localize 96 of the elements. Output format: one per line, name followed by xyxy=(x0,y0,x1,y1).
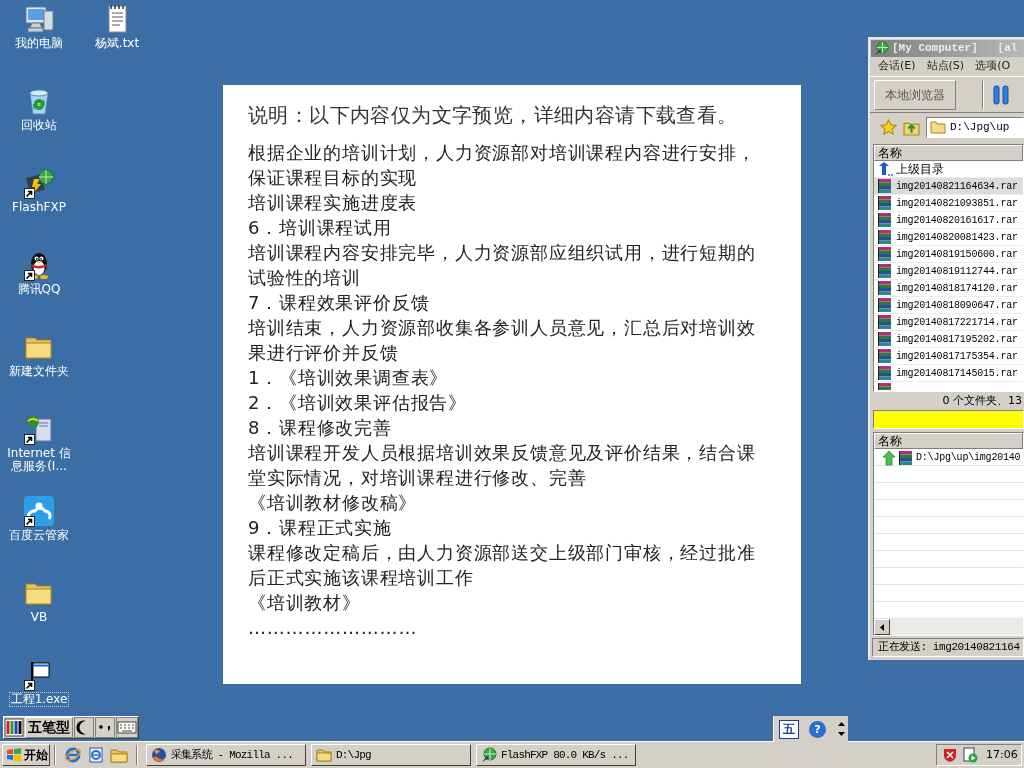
ime-logo-icon[interactable] xyxy=(4,717,24,738)
folder-summary: 0 个文件夹、13 xyxy=(941,393,1023,409)
paragraph: 1．《培训效果调查表》 xyxy=(248,366,450,390)
paragraph: 培训课程内容安排完毕，人力资源部应组织试用，进行短期的试验性的培训 xyxy=(248,241,757,290)
input-mode-button[interactable]: 五 xyxy=(779,719,799,739)
icon-label[interactable]: Internet 信息服务(I... xyxy=(1,447,77,473)
icon-label[interactable]: 杨斌.txt xyxy=(93,37,141,50)
path-combobox[interactable]: D:\Jpg\up xyxy=(926,116,1024,138)
start-button[interactable]: 开始 xyxy=(2,744,50,766)
browser-icon[interactable] xyxy=(64,746,82,764)
paragraph: 课程修改定稿后，由人力资源部送交上级部门审核，经过批准后正式实施该课程培训工作 xyxy=(248,541,757,590)
menu-item[interactable]: 会话(E) xyxy=(878,58,916,75)
file-list-item[interactable]: img20140817195202.rar xyxy=(874,331,1023,348)
paragraph: 培训课程开发人员根据培训效果反馈意见及评价结果，结合课堂实际情况，对培训课程进行修改、完善 xyxy=(248,441,757,490)
cloud-icon[interactable] xyxy=(23,495,55,527)
server-icon[interactable] xyxy=(23,413,55,445)
file-list-item[interactable]: img20140818090647.rar xyxy=(874,297,1023,314)
folder-icon xyxy=(930,120,946,134)
paragraph: 《培训教材修改稿》 xyxy=(248,491,419,515)
paragraph: 培训结束，人力资源部收集各参训人员意见，汇总后对培训效果进行评价并反馈 xyxy=(248,316,757,365)
file-list-item[interactable]: img20140817175354.rar xyxy=(874,348,1023,365)
file-list-item[interactable]: img20140817221714.rar xyxy=(874,314,1023,331)
paragraph: 培训课程实施进度表 xyxy=(248,191,419,215)
up-arrow-icon xyxy=(882,449,896,466)
file-list-item[interactable]: img20140820081423.rar xyxy=(874,229,1023,246)
punctuation-icon[interactable] xyxy=(95,717,115,738)
archive-icon xyxy=(877,246,893,262)
horizontal-scrollbar[interactable] xyxy=(874,619,1023,635)
paragraph: 7．课程效果评价反馈 xyxy=(248,291,431,315)
file-list-item[interactable]: 上级目录 xyxy=(874,161,1023,178)
archive-icon xyxy=(877,297,893,313)
globe-icon xyxy=(481,747,497,763)
file-list-item[interactable]: img20140821093851.rar xyxy=(874,195,1023,212)
pause-icon[interactable] xyxy=(992,84,1010,105)
moon-icon[interactable] xyxy=(74,717,94,738)
menu-item[interactable]: 选项(O xyxy=(975,58,1011,75)
icon-label[interactable]: VB xyxy=(29,611,49,624)
paragraph: 6．培训课程试用 xyxy=(248,216,393,240)
folder-icon xyxy=(316,747,332,763)
shield-icon[interactable] xyxy=(942,747,958,763)
paragraph: 《培训教材》 xyxy=(248,591,362,615)
archive-icon xyxy=(877,212,893,228)
globe-icon[interactable] xyxy=(874,41,889,56)
taskbar-button[interactable]: FlashFXP 80.0 KB/s ... xyxy=(476,744,636,766)
windows-logo-icon xyxy=(6,748,22,762)
archive-icon xyxy=(877,229,893,245)
file-list-item[interactable]: img20140821164634.rar xyxy=(874,178,1023,195)
preview-notice: 说明：以下内容仅为文字预览，详细内容请下载查看。 xyxy=(248,104,739,126)
queue-item[interactable]: D:\Jpg\up\img20140 xyxy=(874,449,1023,466)
icon-label[interactable]: 回收站 xyxy=(20,119,58,132)
icon-label[interactable]: 我的电脑 xyxy=(14,37,64,50)
star-icon[interactable] xyxy=(880,118,897,136)
archive-icon xyxy=(877,314,893,330)
taskbar-button[interactable]: D:\Jpg xyxy=(311,744,471,766)
paragraph: 9．课程正式实施 xyxy=(248,516,393,540)
help-button[interactable]: ? xyxy=(809,720,826,738)
archive-icon xyxy=(877,331,893,347)
archive-icon xyxy=(877,280,893,296)
file-list-item[interactable]: img20140817145015.rar xyxy=(874,365,1023,382)
clock[interactable]: 17:06 xyxy=(986,746,1018,764)
file-list-item[interactable]: img20140820161617.rar xyxy=(874,212,1023,229)
icon-label[interactable]: 百度云管家 xyxy=(8,529,70,542)
paragraph: 8．课程修改完善 xyxy=(248,416,393,440)
icon-label[interactable]: 腾讯QQ xyxy=(16,283,62,296)
status-bar: 正在发送: img20140821164 xyxy=(872,638,1024,657)
taskbar-button[interactable]: 采集系统 - Mozilla ... xyxy=(146,744,306,766)
menu-item[interactable]: 站点(S) xyxy=(926,58,965,75)
input-method-button[interactable]: 五笔型 xyxy=(25,717,73,738)
options-arrows-icon[interactable] xyxy=(838,721,845,737)
keyboard-icon[interactable] xyxy=(116,717,138,738)
media-file-icon[interactable] xyxy=(962,747,978,763)
computer-icon[interactable] xyxy=(23,3,55,35)
column-header[interactable]: 名称 xyxy=(874,433,1023,449)
paragraph: 根据企业的培训计划，人力资源部对培训课程内容进行安排，保证课程目标的实现 xyxy=(248,141,757,190)
archive-icon xyxy=(898,449,914,466)
archive-icon xyxy=(877,195,893,211)
archive-icon xyxy=(877,348,893,364)
paragraph: 2．《培训效果评估报告》 xyxy=(248,391,469,415)
paragraph: ……………………… xyxy=(248,616,419,640)
left-arrow-icon xyxy=(880,623,884,631)
column-header[interactable]: 名称 xyxy=(874,145,1023,161)
web-page-icon[interactable] xyxy=(87,746,105,764)
globe-icon[interactable] xyxy=(23,167,55,199)
file-list-item[interactable]: img20140818174120.rar xyxy=(874,280,1023,297)
window-title: [My Computer] [al xyxy=(892,41,1018,56)
archive-icon xyxy=(877,178,893,194)
archive-icon xyxy=(877,263,893,279)
up-arrow-icon xyxy=(877,161,893,177)
file-list-item[interactable]: img20140819112744.rar xyxy=(874,263,1023,280)
icon-label[interactable]: FlashFXP xyxy=(11,201,67,214)
scroll-left-button[interactable] xyxy=(874,619,890,635)
globe-icon xyxy=(151,747,167,763)
local-browser-button[interactable]: 本地浏览器 xyxy=(874,79,956,110)
icon-label[interactable]: 工程1.exe xyxy=(9,693,69,706)
icon-label[interactable]: 新建文件夹 xyxy=(8,365,70,378)
file-list-item[interactable]: img20140819150600.rar xyxy=(874,246,1023,263)
